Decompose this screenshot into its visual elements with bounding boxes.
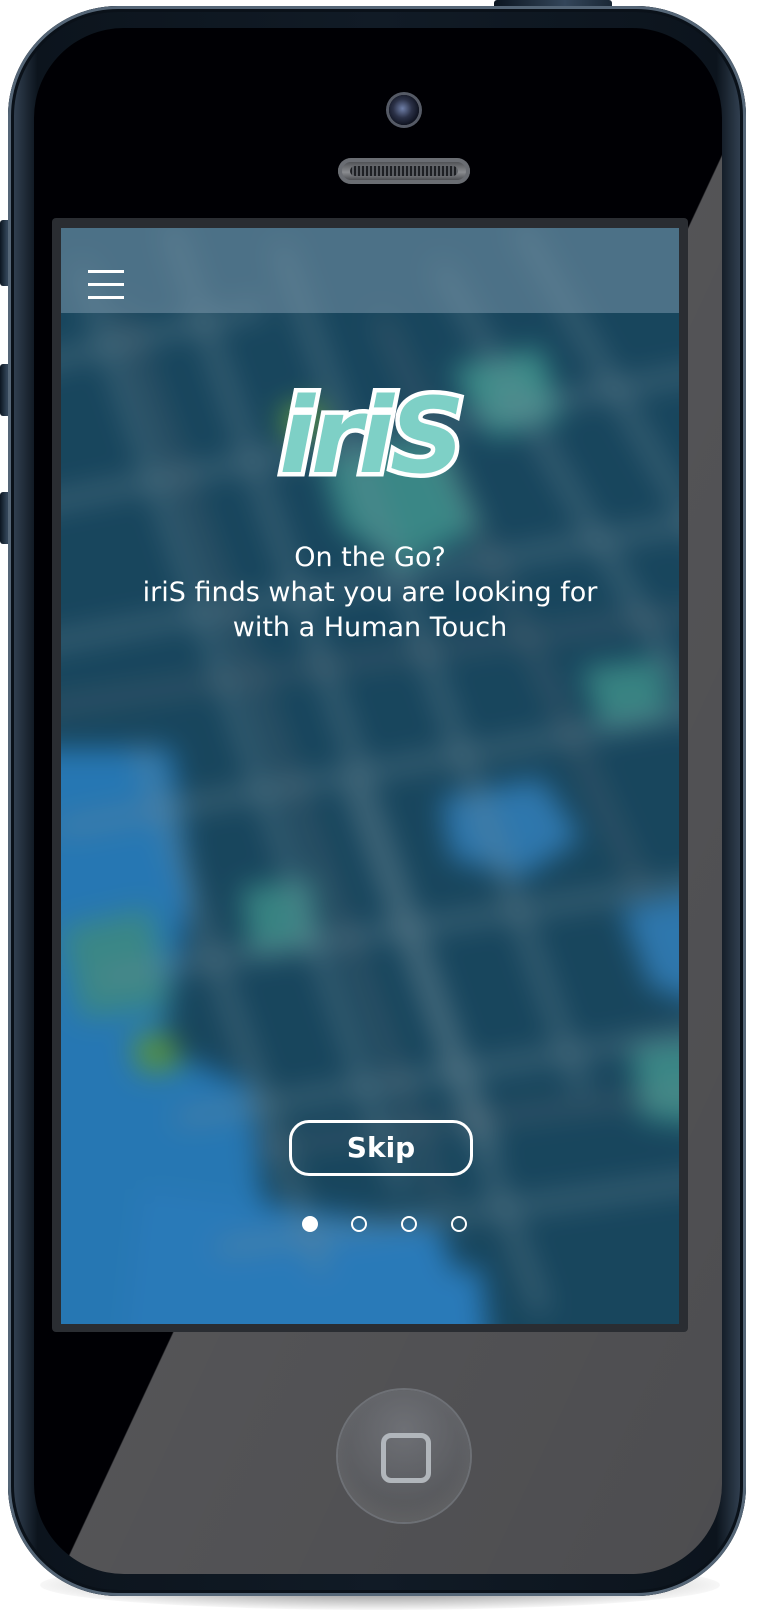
tagline: On the Go? iriS finds what you are looki… <box>61 540 679 645</box>
iris-logo: iriS <box>264 372 476 506</box>
skip-button[interactable]: Skip <box>289 1120 473 1176</box>
menu-line <box>88 283 124 286</box>
page-indicator <box>61 1216 679 1240</box>
menu-line <box>88 270 124 273</box>
page-dot-1[interactable] <box>302 1216 318 1232</box>
top-app-bar <box>61 228 679 313</box>
home-button[interactable] <box>338 1390 470 1522</box>
menu-line <box>88 296 124 299</box>
tagline-line: On the Go? <box>294 542 446 573</box>
hamburger-menu-icon[interactable] <box>85 268 125 302</box>
page-dot-4[interactable] <box>451 1216 467 1232</box>
device-mockup: iriS On the Go? iriS finds what you are … <box>0 0 758 1624</box>
tagline-line: with a Human Touch <box>232 612 508 643</box>
front-camera-icon <box>389 95 419 125</box>
page-dot-3[interactable] <box>401 1216 417 1232</box>
tagline-line: iriS finds what you are looking for <box>142 577 598 608</box>
home-square-icon <box>381 1433 431 1483</box>
page-dot-2[interactable] <box>351 1216 367 1232</box>
speaker-grille <box>350 166 458 176</box>
earpiece-speaker <box>338 158 470 184</box>
logo-text: iriS <box>275 372 470 501</box>
app-screen: iriS On the Go? iriS finds what you are … <box>61 228 679 1324</box>
